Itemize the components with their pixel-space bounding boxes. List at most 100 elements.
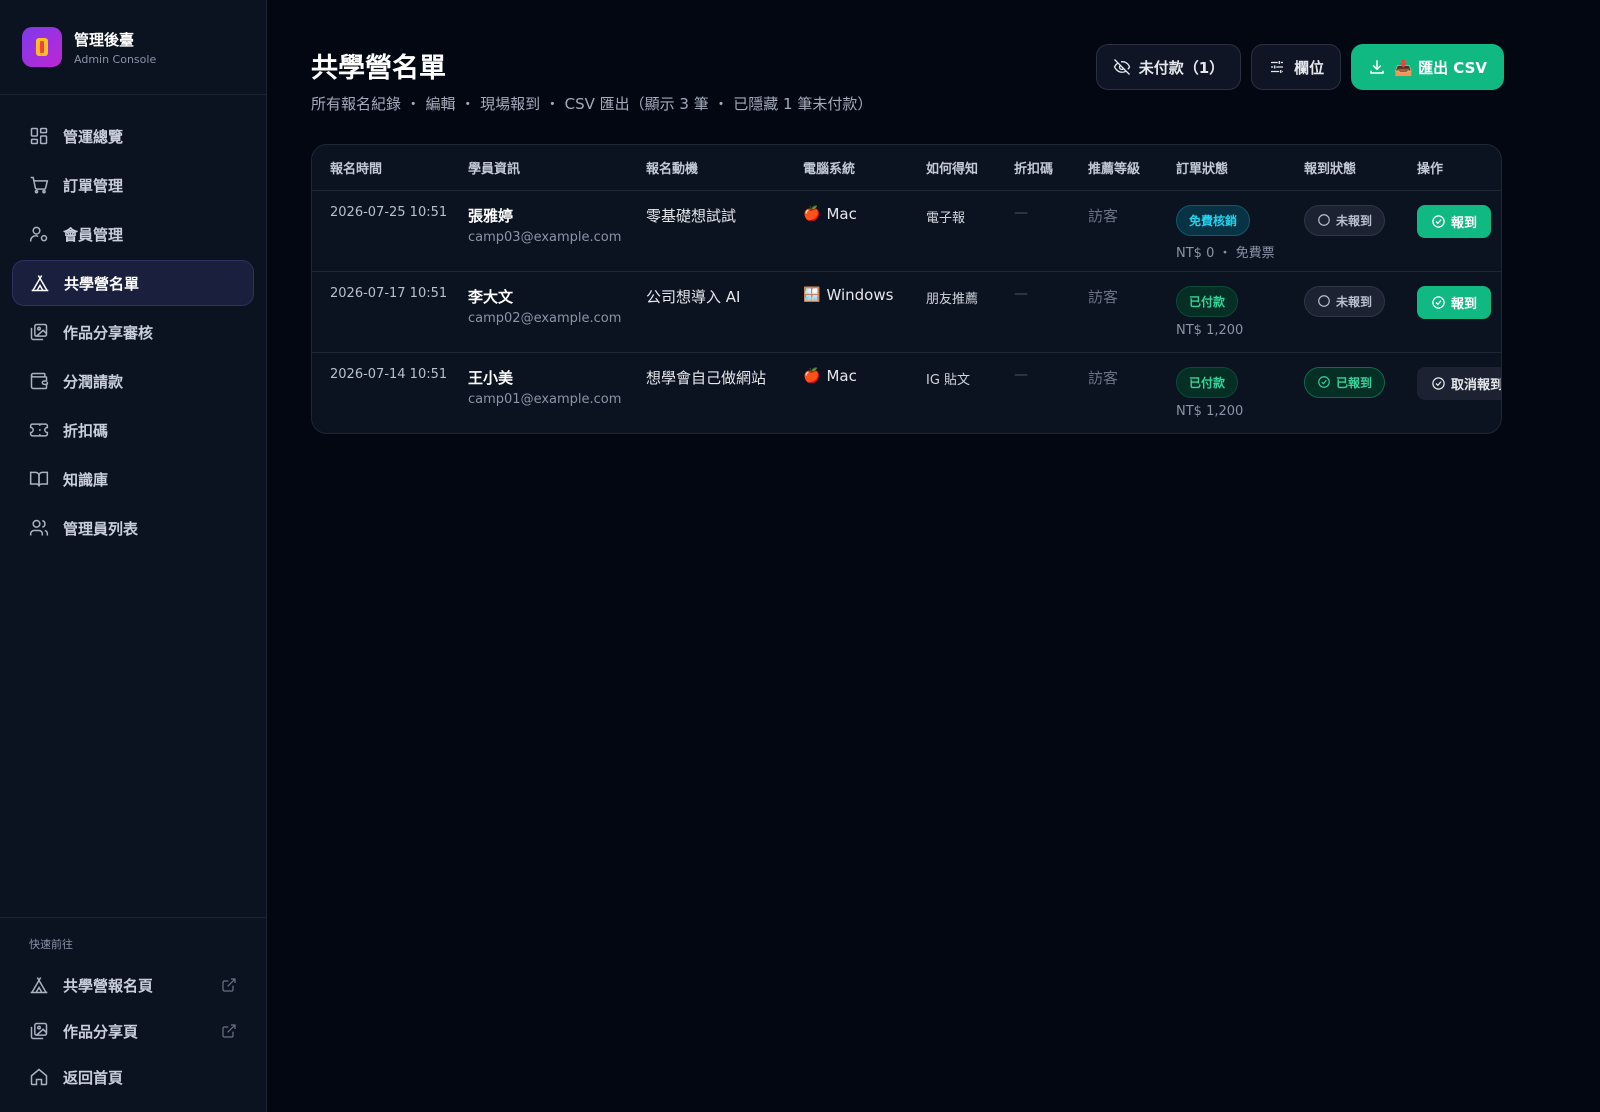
- checkin-status-badge: 未報到: [1304, 285, 1386, 317]
- table-header-row: 報名時間 學員資訊 報名動機 電腦系統 如何得知 折扣碼 推薦等級 訂單狀態 報…: [312, 145, 1501, 191]
- checkin-status-label: 未報到: [1336, 294, 1373, 309]
- column-header[interactable]: 學員資訊: [450, 145, 628, 191]
- external-link-icon: [222, 978, 236, 992]
- quick-link-label: 作品分享頁: [63, 1022, 139, 1041]
- sidebar-item-camp-list[interactable]: 共學營名單: [12, 260, 254, 306]
- sidebar-item-label: 會員管理: [63, 225, 124, 244]
- sidebar-item-label: 管運總覽: [63, 127, 124, 146]
- checkin-status-label: 未報到: [1336, 213, 1373, 228]
- sidebar-nav: 管運總覽 訂單管理 會員管理 共學營名單 作品分享審核 分潤請款 折扣碼 知識庫…: [0, 95, 266, 569]
- eye-off-icon: [1113, 59, 1130, 75]
- registration-motive: 想學會自己做網站: [646, 368, 767, 387]
- checkin-button[interactable]: 報到: [1417, 285, 1492, 319]
- sidebar-item-orders[interactable]: 訂單管理: [12, 162, 254, 208]
- table-row[interactable]: 2026-07-17 10:51 李大文 camp02@example.com …: [312, 271, 1501, 353]
- sidebar-item-knowledge-base[interactable]: 知識庫: [12, 456, 254, 502]
- column-header[interactable]: 操作: [1399, 145, 1501, 191]
- sidebar-item-label: 管理員列表: [63, 519, 139, 538]
- circle-icon: [1318, 214, 1330, 226]
- circle-icon: [1318, 295, 1330, 307]
- registration-motive: 零基礎想試試: [646, 206, 737, 225]
- cancel-checkin-button[interactable]: 取消報到: [1417, 366, 1501, 400]
- unpaid-filter-button[interactable]: 未付款（1）: [1095, 44, 1242, 90]
- column-header[interactable]: 折扣碼: [996, 145, 1070, 191]
- tent-icon: [30, 977, 48, 994]
- column-header[interactable]: 報名動機: [628, 145, 785, 191]
- order-status-badge: 已付款: [1176, 285, 1239, 317]
- computer-os: 🍎 Mac: [803, 367, 908, 385]
- check-circle-icon: [1318, 376, 1330, 388]
- sidebar-item-showcase-review[interactable]: 作品分享審核: [12, 309, 254, 355]
- sidebar-item-admins[interactable]: 管理員列表: [12, 505, 254, 551]
- sidebar-item-label: 知識庫: [63, 470, 109, 489]
- header-actions: 未付款（1） 欄位 📥 匯出 CSV: [1095, 44, 1504, 90]
- checkin-button-label: 報到: [1451, 215, 1478, 231]
- main-content: 共學營名單 所有報名紀錄 ・ 編輯 ・ 現場報到 ・ CSV 匯出（顯示 3 筆…: [267, 0, 1600, 1112]
- export-csv-button[interactable]: 📥 匯出 CSV: [1351, 44, 1504, 90]
- column-header[interactable]: 訂單狀態: [1158, 145, 1286, 191]
- sidebar-item-label: 分潤請款: [63, 372, 124, 391]
- sidebar-item-members[interactable]: 會員管理: [12, 211, 254, 257]
- dashboard-icon: [30, 127, 48, 145]
- registration-motive: 公司想導入 AI: [646, 287, 741, 306]
- referral-grade: 訪客: [1088, 368, 1119, 387]
- referral-source: 朋友推薦: [926, 291, 979, 307]
- check-circle-icon: [1432, 376, 1445, 390]
- table-row[interactable]: 2026-07-14 10:51 王小美 camp01@example.com …: [312, 352, 1501, 433]
- columns-label: 欄位: [1294, 58, 1325, 77]
- checkin-button[interactable]: 報到: [1417, 204, 1492, 238]
- export-csv-label: 📥 匯出 CSV: [1394, 58, 1487, 77]
- page-title: 共學營名單: [311, 53, 446, 84]
- sidebar-item-coupons[interactable]: 折扣碼: [12, 407, 254, 453]
- unpaid-filter-label: 未付款（1）: [1138, 58, 1225, 77]
- sidebar-item-label: 作品分享審核: [63, 323, 154, 342]
- referral-source: 電子報: [926, 210, 966, 226]
- order-price: NT$ 1,200: [1176, 403, 1244, 419]
- order-status-badge: 已付款: [1176, 366, 1239, 398]
- coupon-code: —: [1014, 204, 1028, 221]
- checkin-button-label: 報到: [1451, 296, 1478, 312]
- checkin-status-badge: 未報到: [1304, 204, 1386, 236]
- coupon-code: —: [1014, 366, 1028, 383]
- quick-link-camp-signup[interactable]: 共學營報名頁: [12, 962, 254, 1008]
- order-price: NT$ 1,200: [1176, 322, 1244, 338]
- quick-link-home[interactable]: 返回首頁: [12, 1054, 254, 1100]
- column-header[interactable]: 電腦系統: [785, 145, 908, 191]
- registration-time: 2026-07-17 10:51: [330, 285, 448, 301]
- student-email: camp02@example.com: [468, 310, 622, 326]
- apple-icon: 🍎: [803, 205, 821, 222]
- column-header[interactable]: 報名時間: [312, 145, 450, 191]
- sidebar-item-label: 訂單管理: [63, 176, 124, 195]
- book-icon: [29, 471, 49, 487]
- registrations-table: 報名時間 學員資訊 報名動機 電腦系統 如何得知 折扣碼 推薦等級 訂單狀態 報…: [311, 144, 1502, 434]
- wallet-icon: [30, 372, 49, 390]
- column-header[interactable]: 如何得知: [908, 145, 996, 191]
- check-circle-icon: [1432, 214, 1445, 228]
- check-circle-icon: [1432, 295, 1445, 309]
- quick-link-label: 返回首頁: [63, 1068, 124, 1087]
- student-name: 李大文: [468, 287, 514, 306]
- sidebar-item-label: 折扣碼: [63, 421, 109, 440]
- column-header[interactable]: 報到狀態: [1286, 145, 1399, 191]
- external-link-icon: [222, 1024, 236, 1038]
- quick-link-showcase[interactable]: 作品分享頁: [12, 1008, 254, 1054]
- columns-button[interactable]: 欄位: [1251, 44, 1342, 90]
- tent-icon: [31, 275, 49, 292]
- column-header[interactable]: 推薦等級: [1070, 145, 1158, 191]
- checkin-status-label: 已報到: [1336, 375, 1373, 390]
- quick-link-label: 共學營報名頁: [63, 976, 154, 995]
- referral-grade: 訪客: [1088, 287, 1119, 306]
- sidebar: 管理後臺 Admin Console 管運總覽 訂單管理 會員管理 共學營名單 …: [0, 0, 267, 1112]
- referral-source: IG 貼文: [926, 372, 971, 388]
- sidebar-item-payouts[interactable]: 分潤請款: [12, 358, 254, 404]
- table-row[interactable]: 2026-07-25 10:51 張雅婷 camp03@example.com …: [312, 190, 1501, 272]
- sidebar-item-label: 共學營名單: [64, 274, 140, 293]
- download-icon: [1370, 60, 1384, 74]
- ticket-icon: [29, 423, 49, 437]
- sidebar-item-overview[interactable]: 管運總覽: [12, 113, 254, 159]
- brand-subtitle: Admin Console: [74, 52, 157, 66]
- order-status-badge: 免費核銷: [1176, 204, 1251, 236]
- student-name: 張雅婷: [468, 206, 514, 225]
- computer-os: 🪟 Windows: [803, 286, 908, 304]
- student-name: 王小美: [468, 368, 514, 387]
